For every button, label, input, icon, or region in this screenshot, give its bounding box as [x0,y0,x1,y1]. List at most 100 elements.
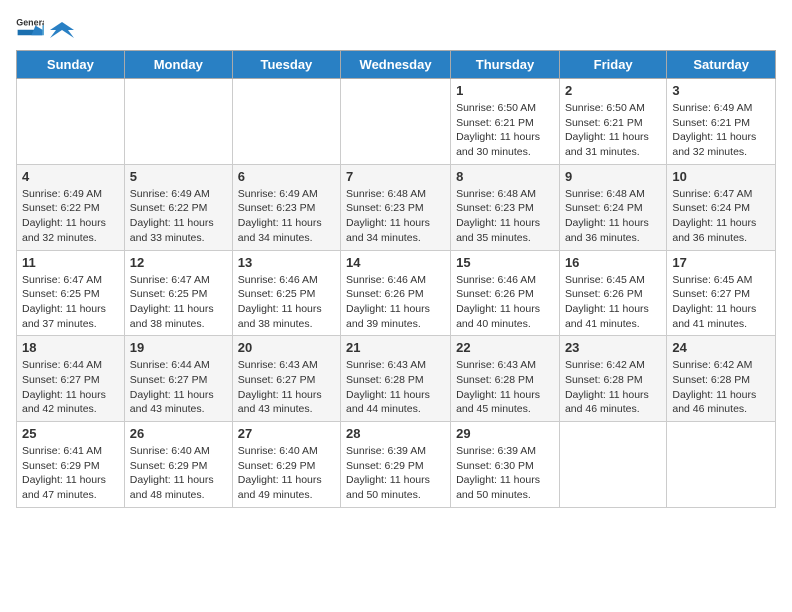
day-number: 6 [238,169,335,184]
day-info: Sunrise: 6:48 AMSunset: 6:23 PMDaylight:… [456,187,554,246]
day-info: Sunrise: 6:39 AMSunset: 6:30 PMDaylight:… [456,444,554,503]
day-info: Sunrise: 6:50 AMSunset: 6:21 PMDaylight:… [565,101,661,160]
day-info: Sunrise: 6:43 AMSunset: 6:28 PMDaylight:… [456,358,554,417]
calendar-cell: 27 Sunrise: 6:40 AMSunset: 6:29 PMDayligh… [232,422,340,508]
svg-text:General: General [16,18,44,28]
day-number: 14 [346,255,445,270]
calendar-cell: 12Sunrise: 6:47 AMSunset: 6:25 PMDayligh… [124,250,232,336]
day-number: 19 [130,340,227,355]
day-info: Sunrise: 6:42 AMSunset: 6:28 PMDaylight:… [565,358,661,417]
calendar-cell: 8 Sunrise: 6:48 AMSunset: 6:23 PMDaylight… [451,164,560,250]
calendar-cell: 26 Sunrise: 6:40 AMSunset: 6:29 PMDayligh… [124,422,232,508]
calendar-week-row: 1Sunrise: 6:50 AMSunset: 6:21 PMDaylight… [17,79,776,165]
calendar-cell [124,79,232,165]
calendar-week-row: 25 Sunrise: 6:41 AMSunset: 6:29 PMDayligh… [17,422,776,508]
calendar-cell: 14Sunrise: 6:46 AMSunset: 6:26 PMDayligh… [341,250,451,336]
calendar-cell: 19 Sunrise: 6:44 AMSunset: 6:27 PMDayligh… [124,336,232,422]
calendar-cell: 28 Sunrise: 6:39 AMSunset: 6:29 PMDayligh… [341,422,451,508]
calendar-cell: 13 Sunrise: 6:46 AMSunset: 6:25 PMDayligh… [232,250,340,336]
day-info: Sunrise: 6:41 AMSunset: 6:29 PMDaylight:… [22,444,119,503]
day-number: 27 [238,426,335,441]
calendar-cell [17,79,125,165]
weekday-header-sunday: Sunday [17,51,125,79]
day-info: Sunrise: 6:43 AMSunset: 6:27 PMDaylight:… [238,358,335,417]
day-number: 8 [456,169,554,184]
logo-bird-icon [48,20,76,40]
day-info: Sunrise: 6:45 AMSunset: 6:27 PMDaylight:… [672,273,770,332]
day-info: Sunrise: 6:46 AMSunset: 6:25 PMDaylight:… [238,273,335,332]
day-number: 3 [672,83,770,98]
day-number: 26 [130,426,227,441]
day-info: Sunrise: 6:49 AMSunset: 6:22 PMDaylight:… [22,187,119,246]
day-number: 2 [565,83,661,98]
day-info: Sunrise: 6:42 AMSunset: 6:28 PMDaylight:… [672,358,770,417]
calendar-week-row: 4 Sunrise: 6:49 AMSunset: 6:22 PMDaylight… [17,164,776,250]
day-info: Sunrise: 6:44 AMSunset: 6:27 PMDaylight:… [130,358,227,417]
day-number: 28 [346,426,445,441]
day-number: 7 [346,169,445,184]
logo-icon: General [16,16,44,38]
day-number: 16 [565,255,661,270]
day-number: 24 [672,340,770,355]
calendar-cell: 9 Sunrise: 6:48 AMSunset: 6:24 PMDaylight… [559,164,666,250]
calendar-cell [232,79,340,165]
day-number: 17 [672,255,770,270]
weekday-header-row: SundayMondayTuesdayWednesdayThursdayFrid… [17,51,776,79]
calendar-cell: 4 Sunrise: 6:49 AMSunset: 6:22 PMDaylight… [17,164,125,250]
weekday-header-monday: Monday [124,51,232,79]
calendar-cell: 23 Sunrise: 6:42 AMSunset: 6:28 PMDayligh… [559,336,666,422]
day-info: Sunrise: 6:47 AMSunset: 6:24 PMDaylight:… [672,187,770,246]
day-info: Sunrise: 6:39 AMSunset: 6:29 PMDaylight:… [346,444,445,503]
calendar-cell: 6 Sunrise: 6:49 AMSunset: 6:23 PMDaylight… [232,164,340,250]
day-number: 23 [565,340,661,355]
day-info: Sunrise: 6:44 AMSunset: 6:27 PMDaylight:… [22,358,119,417]
day-info: Sunrise: 6:48 AMSunset: 6:24 PMDaylight:… [565,187,661,246]
calendar-cell: 2 Sunrise: 6:50 AMSunset: 6:21 PMDaylight… [559,79,666,165]
day-info: Sunrise: 6:49 AMSunset: 6:22 PMDaylight:… [130,187,227,246]
calendar-week-row: 18 Sunrise: 6:44 AMSunset: 6:27 PMDayligh… [17,336,776,422]
day-number: 25 [22,426,119,441]
day-number: 20 [238,340,335,355]
calendar-cell: 7 Sunrise: 6:48 AMSunset: 6:23 PMDaylight… [341,164,451,250]
day-info: Sunrise: 6:48 AMSunset: 6:23 PMDaylight:… [346,187,445,246]
day-number: 18 [22,340,119,355]
calendar-cell: 22 Sunrise: 6:43 AMSunset: 6:28 PMDayligh… [451,336,560,422]
page-header: General [16,16,776,38]
calendar-week-row: 11 Sunrise: 6:47 AMSunset: 6:25 PMDayligh… [17,250,776,336]
weekday-header-thursday: Thursday [451,51,560,79]
calendar-cell: 21 Sunrise: 6:43 AMSunset: 6:28 PMDayligh… [341,336,451,422]
calendar-cell: 1Sunrise: 6:50 AMSunset: 6:21 PMDaylight… [451,79,560,165]
day-number: 5 [130,169,227,184]
calendar-cell: 10 Sunrise: 6:47 AMSunset: 6:24 PMDayligh… [667,164,776,250]
day-number: 21 [346,340,445,355]
weekday-header-tuesday: Tuesday [232,51,340,79]
day-info: Sunrise: 6:40 AMSunset: 6:29 PMDaylight:… [130,444,227,503]
calendar-cell: 29 Sunrise: 6:39 AMSunset: 6:30 PMDayligh… [451,422,560,508]
calendar-cell: 25 Sunrise: 6:41 AMSunset: 6:29 PMDayligh… [17,422,125,508]
day-number: 11 [22,255,119,270]
calendar-cell: 11 Sunrise: 6:47 AMSunset: 6:25 PMDayligh… [17,250,125,336]
day-info: Sunrise: 6:49 AMSunset: 6:23 PMDaylight:… [238,187,335,246]
day-number: 29 [456,426,554,441]
calendar-cell: 15 Sunrise: 6:46 AMSunset: 6:26 PMDayligh… [451,250,560,336]
day-info: Sunrise: 6:43 AMSunset: 6:28 PMDaylight:… [346,358,445,417]
logo: General [16,16,76,38]
day-number: 22 [456,340,554,355]
calendar-cell: 17 Sunrise: 6:45 AMSunset: 6:27 PMDayligh… [667,250,776,336]
day-number: 13 [238,255,335,270]
day-info: Sunrise: 6:47 AMSunset: 6:25 PMDaylight:… [22,273,119,332]
day-info: Sunrise: 6:46 AMSunset: 6:26 PMDaylight:… [456,273,554,332]
day-info: Sunrise: 6:49 AMSunset: 6:21 PMDaylight:… [672,101,770,160]
calendar-cell: 5 Sunrise: 6:49 AMSunset: 6:22 PMDaylight… [124,164,232,250]
day-number: 15 [456,255,554,270]
calendar-cell [667,422,776,508]
weekday-header-friday: Friday [559,51,666,79]
calendar-cell [341,79,451,165]
day-number: 4 [22,169,119,184]
day-info: Sunrise: 6:40 AMSunset: 6:29 PMDaylight:… [238,444,335,503]
calendar-cell [559,422,666,508]
day-number: 10 [672,169,770,184]
day-number: 9 [565,169,661,184]
calendar-cell: 20 Sunrise: 6:43 AMSunset: 6:27 PMDayligh… [232,336,340,422]
weekday-header-saturday: Saturday [667,51,776,79]
